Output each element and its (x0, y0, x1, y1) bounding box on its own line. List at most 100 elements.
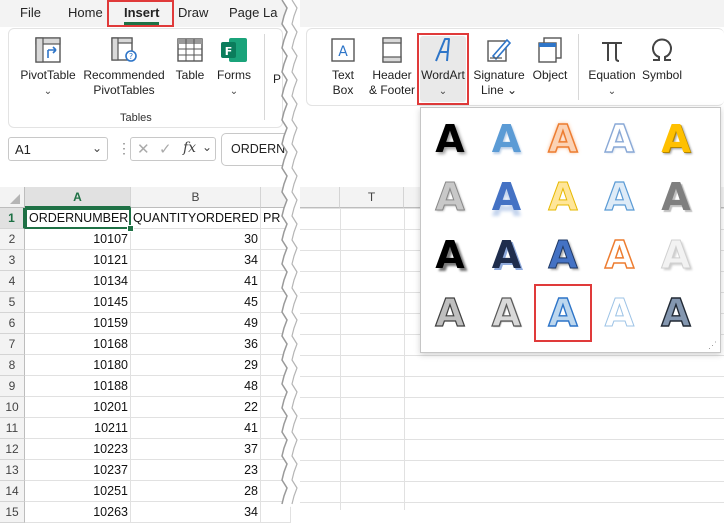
cell-quantity[interactable]: 34 (131, 502, 261, 523)
cell-ordernumber[interactable]: 10134 (25, 271, 131, 292)
cell-ordernumber[interactable]: 10168 (25, 334, 131, 355)
table-button[interactable]: Table (170, 36, 210, 83)
pi-icon (602, 42, 622, 62)
cell-ordernumber[interactable]: 10223 (25, 439, 131, 460)
column-header-s[interactable] (300, 187, 340, 208)
text-box-label-1: Text (331, 68, 354, 82)
cell-quantity[interactable]: 49 (131, 313, 261, 334)
text-box-button[interactable]: A Text Box (324, 36, 362, 98)
cell-ordernumber[interactable]: 10237 (25, 460, 131, 481)
cell-ordernumber[interactable]: 10201 (25, 397, 131, 418)
column-header-t[interactable]: T (340, 187, 404, 208)
wordart-style-19[interactable]: A (595, 288, 645, 338)
wordart-style-13[interactable]: A (538, 230, 588, 280)
wordart-style-17[interactable]: A (482, 288, 532, 338)
wordart-style-11[interactable]: A (425, 230, 475, 280)
row-header[interactable]: 8 (0, 355, 25, 376)
row-header[interactable]: 2 (0, 229, 25, 250)
insert-function-button[interactable]: fx (183, 140, 196, 156)
wordart-style-14[interactable]: A (595, 230, 645, 280)
object-button[interactable]: Object (528, 36, 572, 83)
wordart-style-1[interactable]: A (425, 114, 475, 164)
column-header-a[interactable]: A (25, 187, 131, 208)
name-box[interactable]: A1 ⌄ (8, 137, 108, 161)
tab-page-layout[interactable]: Page La (229, 0, 277, 26)
cell-quantity[interactable]: 37 (131, 439, 261, 460)
wordart-style-2[interactable]: A (482, 114, 532, 164)
cell-quantity[interactable]: 45 (131, 292, 261, 313)
header-footer-button[interactable]: Header & Footer (364, 36, 420, 98)
cell-ordernumber[interactable]: 10211 (25, 418, 131, 439)
wordart-style-5[interactable]: A (651, 114, 701, 164)
wordart-style-15[interactable]: A (651, 230, 701, 280)
row-header[interactable]: 7 (0, 334, 25, 355)
cell-ordernumber[interactable]: 10121 (25, 250, 131, 271)
wordart-style-3[interactable]: A (538, 114, 588, 164)
tab-draw[interactable]: Draw (178, 0, 208, 26)
cell-quantity[interactable]: 34 (131, 250, 261, 271)
cell-ordernumber[interactable]: 10188 (25, 376, 131, 397)
recommended-pivottables-button[interactable]: ? Recommended PivotTables (80, 36, 168, 98)
cell-ordernumber[interactable]: 10159 (25, 313, 131, 334)
pivottable-icon (35, 37, 61, 63)
wordart-style-4[interactable]: A (595, 114, 645, 164)
forms-button[interactable]: F Forms ⌄ (212, 36, 256, 99)
wordart-style-9[interactable]: A (595, 172, 645, 222)
cell-quantity[interactable]: 48 (131, 376, 261, 397)
equation-chevron: ⌄ (607, 86, 617, 97)
row-header[interactable]: 3 (0, 250, 25, 271)
resize-grip-icon[interactable]: ⋰ (708, 340, 717, 351)
cell-ordernumber[interactable]: 10145 (25, 292, 131, 313)
row-header[interactable]: 6 (0, 313, 25, 334)
insert-tab-highlight (107, 0, 174, 27)
row-header[interactable]: 4 (0, 271, 25, 292)
cell-quantity[interactable]: 28 (131, 481, 261, 502)
wordart-style-10[interactable]: A (651, 172, 701, 222)
cell-quantity[interactable]: 41 (131, 418, 261, 439)
text-box-icon: A (331, 38, 355, 62)
cell-quantity[interactable]: 30 (131, 229, 261, 250)
cell-a1[interactable]: ORDERNUMBER (25, 208, 131, 229)
cancel-icon[interactable]: ✕ (137, 140, 150, 158)
row-header[interactable]: 13 (0, 460, 25, 481)
svg-text:F: F (225, 45, 233, 58)
row-header[interactable]: 1 (0, 208, 25, 229)
wordart-style-7[interactable]: A (482, 172, 532, 222)
name-box-chevron-icon[interactable]: ⌄ (92, 141, 102, 155)
cell-b1[interactable]: QUANTITYORDERED (131, 208, 261, 229)
wordart-style-16[interactable]: A (425, 288, 475, 338)
cell-ordernumber[interactable]: 10251 (25, 481, 131, 502)
wordart-style-8[interactable]: A (538, 172, 588, 222)
cell-quantity[interactable]: 23 (131, 460, 261, 481)
cell-quantity[interactable]: 22 (131, 397, 261, 418)
row-header[interactable]: 14 (0, 481, 25, 502)
wordart-style-12[interactable]: A (482, 230, 532, 280)
pivottable-button[interactable]: PivotTable ⌄ (18, 36, 78, 99)
symbol-button[interactable]: Symbol (640, 36, 684, 83)
row-header[interactable]: 11 (0, 418, 25, 439)
fx-chevron-icon[interactable]: ⌄ (202, 140, 212, 154)
row-header[interactable]: 5 (0, 292, 25, 313)
wordart-style-20[interactable]: A (651, 288, 701, 338)
cell-ordernumber[interactable]: 10180 (25, 355, 131, 376)
fill-handle[interactable] (127, 225, 134, 232)
row-header[interactable]: 12 (0, 439, 25, 460)
cell-quantity[interactable]: 41 (131, 271, 261, 292)
equation-label: Equation (588, 68, 636, 82)
cell-ordernumber[interactable]: 10263 (25, 502, 131, 523)
row-header[interactable]: 9 (0, 376, 25, 397)
tab-file[interactable]: File (20, 0, 41, 26)
equation-button[interactable]: Equation ⌄ (586, 36, 638, 99)
column-header-b[interactable]: B (131, 187, 261, 208)
wordart-style-6[interactable]: A (425, 172, 475, 222)
enter-icon[interactable]: ✓ (159, 140, 172, 158)
cell-quantity[interactable]: 36 (131, 334, 261, 355)
tab-home[interactable]: Home (68, 0, 103, 26)
object-icon (538, 37, 562, 63)
cell-quantity[interactable]: 29 (131, 355, 261, 376)
row-header[interactable]: 15 (0, 502, 25, 523)
select-all-corner[interactable] (0, 187, 25, 208)
cell-ordernumber[interactable]: 10107 (25, 229, 131, 250)
signature-line-button[interactable]: Signature Line ⌄ (470, 36, 528, 98)
row-header[interactable]: 10 (0, 397, 25, 418)
